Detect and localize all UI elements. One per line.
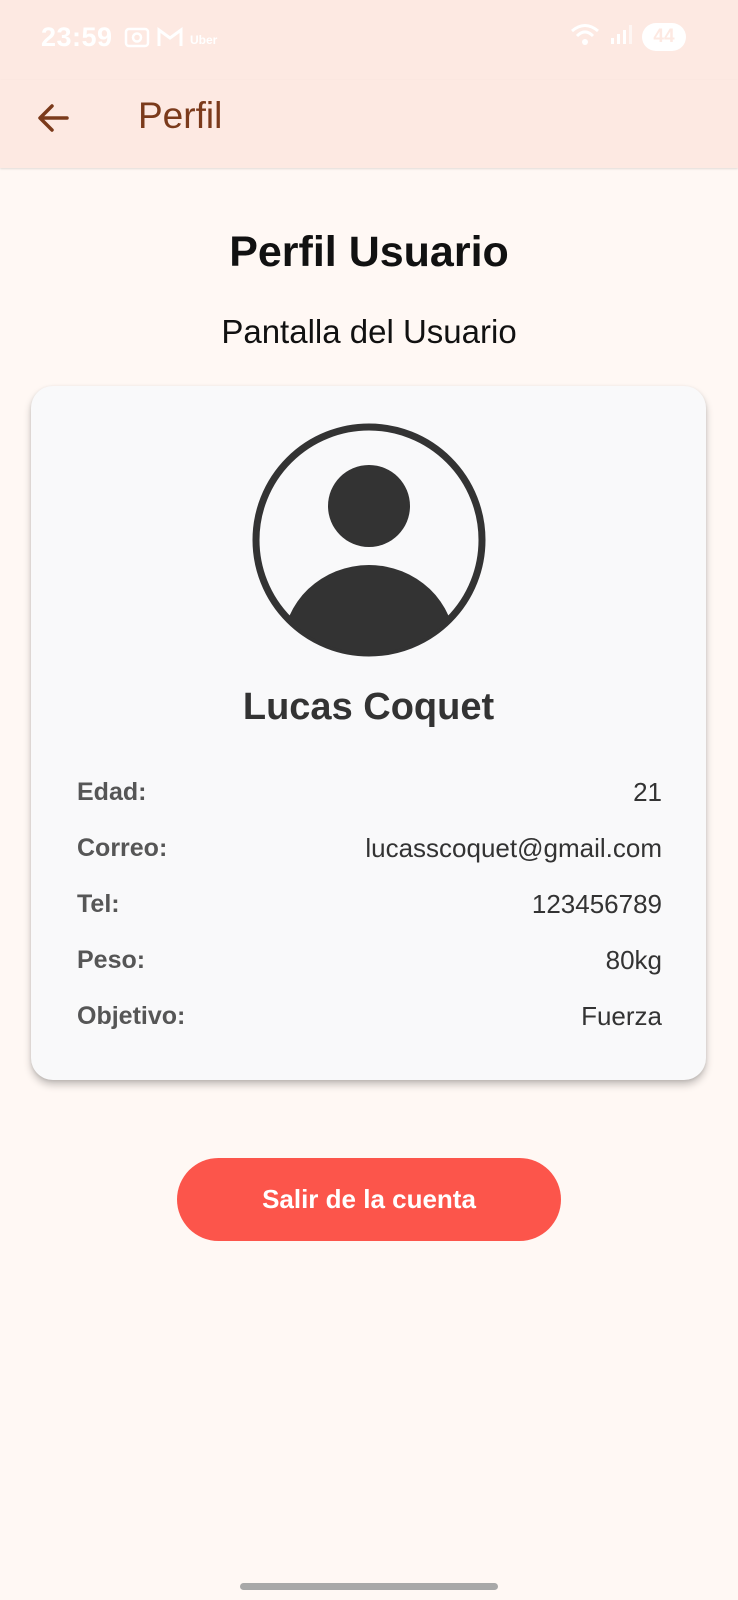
- notification-icons: Uber: [124, 26, 217, 53]
- signal-icon: [610, 23, 632, 50]
- info-value: 80kg: [605, 944, 662, 975]
- profile-card: Lucas Coquet Edad: 21 Correo: lucasscoqu…: [31, 386, 706, 1080]
- gmail-icon: [156, 26, 184, 53]
- info-row-weight: Peso: 80kg: [77, 932, 662, 988]
- info-label: Peso:: [77, 945, 146, 974]
- profile-info-list: Edad: 21 Correo: lucasscoquet@gmail.com …: [77, 764, 662, 1044]
- screenshot-icon: [124, 26, 150, 53]
- info-value: lucasscoquet@gmail.com: [365, 832, 662, 863]
- account-circle-icon: [251, 422, 487, 658]
- status-time: 23:59: [41, 22, 113, 52]
- info-row-goal: Objetivo: Fuerza: [77, 988, 662, 1044]
- page-subtitle: Pantalla del Usuario: [221, 313, 517, 350]
- system-icons: 44: [570, 22, 686, 51]
- user-name: Lucas Coquet: [242, 686, 495, 728]
- status-bar: 23:59 Uber 44: [0, 0, 738, 80]
- app-bar: Perfil: [0, 80, 738, 168]
- arrow-back-icon[interactable]: [34, 98, 74, 138]
- app-bar-title: Perfil: [138, 95, 223, 136]
- info-label: Edad:: [77, 777, 147, 806]
- logout-button[interactable]: Salir de la cuenta: [177, 1158, 561, 1241]
- info-label: Tel:: [77, 889, 120, 918]
- info-value: 123456789: [531, 888, 662, 919]
- uber-icon: Uber: [190, 32, 218, 47]
- page-title: Perfil Usuario: [229, 228, 509, 276]
- info-row-phone: Tel: 123456789: [77, 876, 662, 932]
- wifi-icon: [570, 22, 600, 51]
- info-value: 21: [633, 776, 662, 807]
- info-label: Correo:: [77, 833, 168, 862]
- info-label: Objetivo:: [77, 1001, 186, 1030]
- info-row-age: Edad: 21: [77, 764, 662, 820]
- battery-indicator: 44: [642, 22, 686, 51]
- home-indicator[interactable]: [240, 1583, 498, 1590]
- info-value: Fuerza: [581, 1000, 662, 1031]
- info-row-email: Correo: lucasscoquet@gmail.com: [77, 820, 662, 876]
